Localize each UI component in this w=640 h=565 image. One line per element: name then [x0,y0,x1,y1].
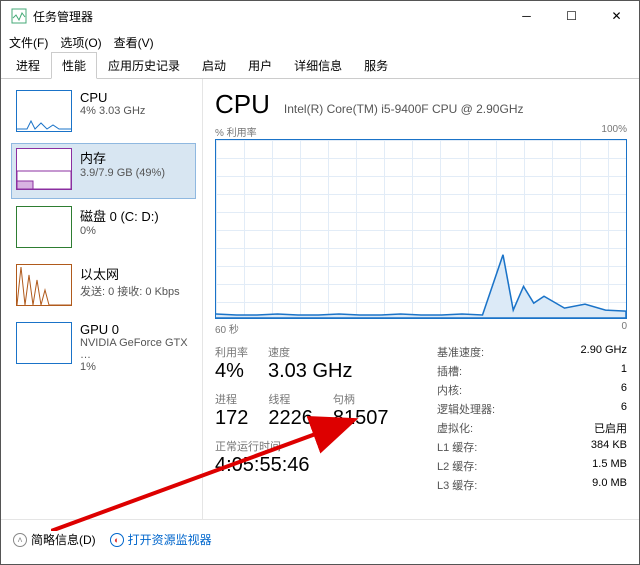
logical-label: 逻辑处理器: [437,401,495,417]
speed-value: 3.03 GHz [268,360,352,383]
l3-label: L3 缓存: [437,477,477,493]
handles-label: 句柄 [333,391,389,407]
sidebar-mem-name: 内存 [80,148,165,167]
disk-thumb-icon [16,206,72,248]
chevron-up-icon: ˄ [13,533,27,547]
threads-label: 线程 [268,391,313,407]
menubar: 文件(F) 选项(O) 查看(V) [1,31,639,53]
uptime-value: 4:05:55:46 [215,454,427,477]
chart-bottom-left-label: 60 秒 [215,321,239,336]
fewer-details-toggle[interactable]: ˄ 简略信息(D) [13,531,96,548]
main-header: CPU Intel(R) Core(TM) i5-9400F CPU @ 2.9… [215,89,627,120]
processes-value: 172 [215,407,248,430]
minimize-button[interactable]: ─ [504,1,549,31]
resmon-icon: ◐ [110,533,124,547]
sidebar-item-gpu[interactable]: GPU 0 NVIDIA GeForce GTX … 1% [11,317,196,373]
titlebar: 任务管理器 ─ ☐ ✕ [1,1,639,31]
tabs: 进程 性能 应用历史记录 启动 用户 详细信息 服务 [1,53,639,79]
util-value: 4% [215,360,248,383]
sidebar-item-memory[interactable]: 内存 3.9/7.9 GB (49%) [11,143,196,199]
tab-performance[interactable]: 性能 [51,52,97,79]
ethernet-thumb-icon [16,264,72,306]
cores-label: 内核: [437,382,462,398]
speed-label: 速度 [268,344,352,360]
sidebar-gpu-name: GPU 0 [80,322,191,337]
window-controls: ─ ☐ ✕ [504,1,639,31]
cpu-info-table: 基准速度:2.90 GHz 插槽:1 内核:6 逻辑处理器:6 虚拟化:已启用 … [437,344,627,496]
threads-value: 2226 [268,407,313,430]
sidebar-disk-sub: 0% [80,225,159,237]
tab-services[interactable]: 服务 [353,52,399,79]
sidebar-gpu-sub: NVIDIA GeForce GTX … [80,337,191,361]
processes-label: 进程 [215,391,248,407]
chart-top-left-label: % 利用率 [215,124,257,139]
sidebar-mem-sub: 3.9/7.9 GB (49%) [80,167,165,179]
menu-file[interactable]: 文件(F) [9,34,48,51]
util-label: 利用率 [215,344,248,360]
open-resource-monitor-link[interactable]: ◐ 打开资源监视器 [110,531,212,548]
sidebar: CPU 4% 3.03 GHz 内存 3.9/7.9 GB (49%) 磁盘 0… [1,79,203,519]
sidebar-disk-name: 磁盘 0 (C: D:) [80,206,159,225]
sidebar-cpu-name: CPU [80,90,145,105]
sidebar-item-ethernet[interactable]: 以太网 发送: 0 接收: 0 Kbps [11,259,196,315]
sidebar-eth-name: 以太网 [80,264,180,283]
tab-details[interactable]: 详细信息 [283,52,353,79]
sidebar-cpu-sub: 4% 3.03 GHz [80,105,145,117]
main-subtitle: Intel(R) Core(TM) i5-9400F CPU @ 2.90GHz [284,102,524,116]
chart-bottom-right-label: 0 [621,321,627,336]
stats-row: 利用率 4% 速度 3.03 GHz 进程 172 线程 222 [215,344,627,496]
uptime-label: 正常运行时间 [215,438,427,454]
chart-top-right-label: 100% [601,124,627,139]
fewer-details-label: 简略信息(D) [31,531,96,548]
base-speed-value: 2.90 GHz [581,344,627,360]
base-speed-label: 基准速度: [437,344,484,360]
l1-label: L1 缓存: [437,439,477,455]
tab-users[interactable]: 用户 [237,52,283,79]
window-title: 任务管理器 [33,8,93,25]
main-panel: CPU Intel(R) Core(TM) i5-9400F CPU @ 2.9… [203,79,639,519]
l1-value: 384 KB [591,439,627,455]
memory-thumb-icon [16,148,72,190]
app-icon [11,8,27,24]
l2-value: 1.5 MB [592,458,627,474]
content-area: CPU 4% 3.03 GHz 内存 3.9/7.9 GB (49%) 磁盘 0… [1,79,639,519]
sidebar-item-cpu[interactable]: CPU 4% 3.03 GHz [11,85,196,141]
sidebar-eth-sub: 发送: 0 接收: 0 Kbps [80,283,180,299]
tab-startup[interactable]: 启动 [191,52,237,79]
menu-options[interactable]: 选项(O) [60,34,101,51]
footer: ˄ 简略信息(D) ◐ 打开资源监视器 [1,519,639,559]
tab-processes[interactable]: 进程 [5,52,51,79]
close-button[interactable]: ✕ [594,1,639,31]
menu-view[interactable]: 查看(V) [114,34,154,51]
cpu-thumb-icon [16,90,72,132]
handles-value: 81507 [333,407,389,430]
logical-value: 6 [621,401,627,417]
sockets-value: 1 [621,363,627,379]
gpu-thumb-icon [16,322,72,364]
maximize-button[interactable]: ☐ [549,1,594,31]
sockets-label: 插槽: [437,363,462,379]
cpu-usage-chart[interactable] [215,139,627,319]
sidebar-item-disk[interactable]: 磁盘 0 (C: D:) 0% [11,201,196,257]
l3-value: 9.0 MB [592,477,627,493]
virt-label: 虚拟化: [437,420,473,436]
resmon-label: 打开资源监视器 [128,531,212,548]
sidebar-gpu-sub2: 1% [80,361,191,373]
virt-value: 已启用 [594,420,627,436]
main-title: CPU [215,89,270,120]
cores-value: 6 [621,382,627,398]
l2-label: L2 缓存: [437,458,477,474]
tab-app-history[interactable]: 应用历史记录 [97,52,191,79]
